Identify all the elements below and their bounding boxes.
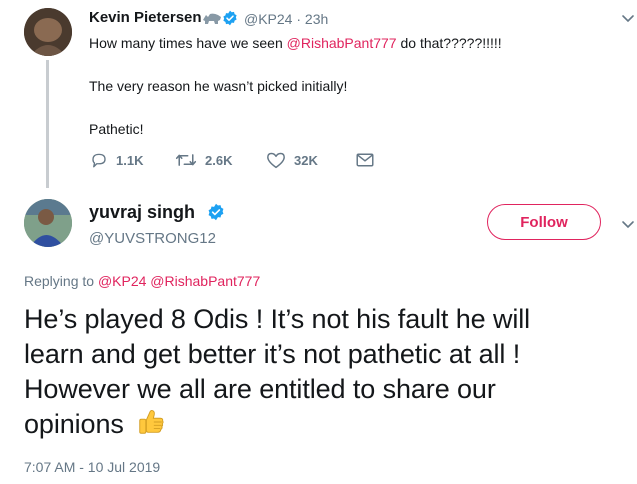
thumbs-up-emoji-icon xyxy=(139,409,164,434)
mention-link[interactable]: @RishabPant777 xyxy=(287,35,397,51)
direct-message-action[interactable] xyxy=(356,150,382,170)
like-action[interactable]: 32K xyxy=(266,150,318,170)
mention-link-rishabpant[interactable]: @RishabPant777 xyxy=(150,273,260,289)
parent-author-name[interactable]: Kevin Pietersen xyxy=(89,9,202,26)
reply-author-name[interactable]: yuvraj singh xyxy=(89,202,195,223)
direct-message-icon xyxy=(356,153,374,167)
parent-tweet-line-3: Pathetic! xyxy=(89,121,144,137)
yuvraj-avatar[interactable] xyxy=(24,199,72,247)
thread-connector-line xyxy=(46,60,49,188)
reply-tweet-text: He’s played 8 Odis ! It’s not his fault … xyxy=(24,302,632,442)
replying-to: Replying to @KP24 @RishabPant777 xyxy=(24,273,261,289)
reply-author-handle[interactable]: @YUVSTRONG12 xyxy=(89,230,216,247)
parent-handle-time[interactable]: @KP24 · 23h xyxy=(244,11,328,27)
verified-badge-icon xyxy=(208,203,224,221)
reply-text-line-last: opinions xyxy=(24,407,632,442)
retweet-icon xyxy=(175,154,197,166)
reply-action[interactable]: 1.1K xyxy=(90,150,143,170)
rhino-emoji-icon xyxy=(203,13,221,24)
like-icon xyxy=(267,152,285,169)
kp-avatar[interactable] xyxy=(24,8,72,56)
follow-button[interactable]: Follow xyxy=(487,204,601,240)
chevron-down-icon[interactable] xyxy=(620,216,636,232)
parent-tweet-line-1: How many times have we seen @RishabPant7… xyxy=(89,35,502,51)
reply-icon xyxy=(92,153,106,168)
parent-tweet-line-2: The very reason he wasn’t picked initial… xyxy=(89,78,348,94)
retweet-count: 2.6K xyxy=(205,152,233,168)
chevron-down-icon[interactable] xyxy=(620,10,636,26)
reply-text-line: However we all are entitled to share our xyxy=(24,374,496,404)
like-count: 32K xyxy=(294,152,318,168)
verified-badge-icon xyxy=(223,10,237,26)
reply-text-line: He’s played 8 Odis ! It’s not his fault … xyxy=(24,304,531,334)
reply-count: 1.1K xyxy=(116,152,144,168)
mention-link-kp24[interactable]: @KP24 xyxy=(98,273,146,289)
reply-timestamp[interactable]: 7:07 AM - 10 Jul 2019 xyxy=(24,459,160,475)
retweet-action[interactable]: 2.6K xyxy=(175,150,232,170)
reply-text-line: learn and get better it’s not pathetic a… xyxy=(24,339,521,369)
